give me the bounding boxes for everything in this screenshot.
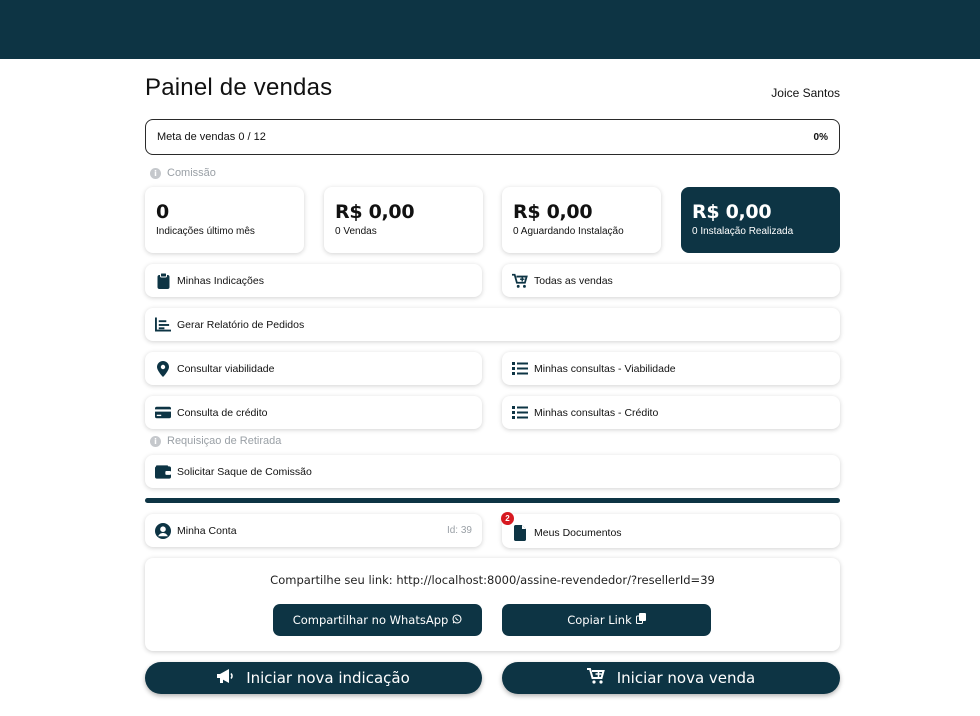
check-viability-label: Consultar viabilidade (177, 362, 275, 375)
stat-value: R$ 0,00 (513, 201, 593, 223)
stat-card-sales: R$ 0,00 0 Vendas (324, 187, 483, 253)
my-credit-queries-button[interactable]: Minhas consultas - Crédito (502, 396, 840, 429)
list-icon (512, 405, 528, 421)
new-referral-label: Iniciar nova indicação (246, 669, 410, 687)
my-viability-queries-label: Minhas consultas - Viabilidade (534, 362, 676, 375)
request-withdrawal-button[interactable]: Solicitar Saque de Comissão (145, 455, 840, 488)
share-whatsapp-button[interactable]: Compartilhar no WhatsApp (273, 604, 482, 636)
my-documents-label: Meus Documentos (534, 526, 622, 539)
withdrawal-section-label: i Requisiçao de Retirada (150, 435, 281, 447)
stat-card-awaiting-installation: R$ 0,00 0 Aguardando Instalação (502, 187, 661, 253)
share-link-text: Compartilhe seu link: http://localhost:8… (270, 573, 715, 587)
orders-report-button[interactable]: Gerar Relatório de Pedidos (145, 308, 840, 341)
stat-label: 0 Aguardando Instalação (513, 226, 624, 237)
stat-card-referrals: 0 Indicações último mês (145, 187, 304, 253)
stat-value: 0 (156, 201, 169, 223)
copy-link-button[interactable]: Copiar Link (502, 604, 711, 636)
top-navbar (0, 0, 980, 59)
stat-label: 0 Instalação Realizada (692, 226, 794, 237)
stat-label: 0 Vendas (335, 226, 377, 237)
my-account-label: Minha Conta (177, 524, 237, 537)
clipboard-icon (155, 272, 171, 289)
my-credit-queries-label: Minhas consultas - Crédito (534, 406, 659, 419)
cart-plus-icon (586, 668, 605, 688)
new-referral-button[interactable]: Iniciar nova indicação (145, 662, 482, 694)
my-referrals-button[interactable]: Minhas Indicações (145, 264, 482, 297)
my-viability-queries-button[interactable]: Minhas consultas - Viabilidade (502, 352, 840, 385)
credit-card-icon (155, 405, 171, 421)
credit-check-label: Consulta de crédito (177, 406, 268, 419)
copy-link-label: Copiar Link (567, 613, 632, 627)
stat-value: R$ 0,00 (692, 201, 772, 223)
cart-icon (512, 273, 528, 289)
new-sale-button[interactable]: Iniciar nova venda (502, 662, 840, 694)
stat-label: Indicações último mês (156, 226, 255, 237)
share-link-panel: Compartilhe seu link: http://localhost:8… (145, 558, 840, 651)
user-name[interactable]: Joice Santos (771, 86, 840, 100)
my-referrals-label: Minhas Indicações (177, 274, 264, 287)
list-icon (512, 361, 528, 377)
sales-goal-bar: Meta de vendas 0 / 12 0% (145, 119, 840, 155)
sales-goal-label: Meta de vendas 0 / 12 (157, 131, 266, 143)
megaphone-icon (217, 668, 234, 688)
credit-check-button[interactable]: Consulta de crédito (145, 396, 482, 429)
withdrawal-label-text: Requisiçao de Retirada (167, 435, 282, 447)
all-sales-label: Todas as vendas (534, 274, 613, 287)
commission-section-label: i Comissão (150, 167, 216, 179)
request-withdrawal-label: Solicitar Saque de Comissão (177, 465, 312, 478)
my-documents-button[interactable]: 2 Meus Documentos (501, 512, 840, 548)
orders-report-label: Gerar Relatório de Pedidos (177, 318, 305, 331)
page-title: Painel de vendas (145, 74, 333, 101)
stat-card-installation-done: R$ 0,00 0 Instalação Realizada (681, 187, 840, 253)
share-whatsapp-label: Compartilhar no WhatsApp (292, 613, 449, 627)
info-icon: i (150, 167, 161, 179)
commission-label-text: Comissão (167, 167, 216, 179)
copy-icon (635, 613, 646, 627)
documents-badge: 2 (501, 512, 514, 525)
sales-goal-percent: 0% (813, 131, 828, 143)
info-icon: i (150, 435, 161, 447)
new-sale-label: Iniciar nova venda (616, 669, 756, 687)
wallet-icon (155, 464, 171, 480)
stat-value: R$ 0,00 (335, 201, 415, 223)
all-sales-button[interactable]: Todas as vendas (502, 264, 840, 297)
my-account-button[interactable]: Minha Conta Id: 39 (145, 514, 482, 547)
location-pin-icon (155, 360, 171, 377)
bar-chart-icon (155, 317, 171, 333)
account-id: Id: 39 (446, 525, 472, 536)
section-divider (145, 498, 840, 503)
check-viability-button[interactable]: Consultar viabilidade (145, 352, 482, 385)
document-icon (512, 524, 528, 541)
whatsapp-icon (452, 613, 462, 627)
user-circle-icon (155, 522, 171, 539)
